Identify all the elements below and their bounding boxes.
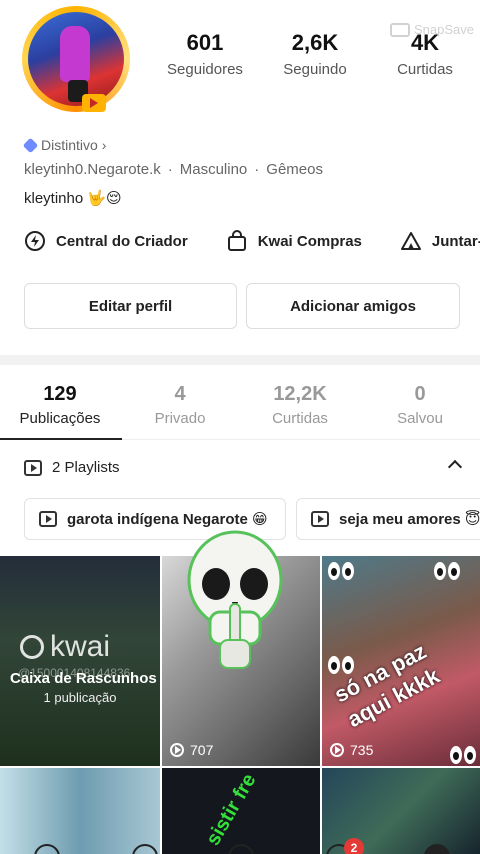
eyes-emoji-icon [450,746,476,764]
tab-label: Salvou [397,410,443,427]
avatar-image [28,12,124,106]
view-count-value: 707 [190,742,214,758]
kwai-shopping-button[interactable]: Kwai Compras [226,230,362,252]
playlist-icon [24,459,42,476]
tab-count: 4 [174,383,186,405]
gender: Masculino [179,161,248,178]
badge-label: Distintivo [41,137,98,153]
creator-center-button[interactable]: Central do Criador [24,230,188,252]
join-button[interactable]: Juntar-s [400,230,480,252]
kwai-logo-icon [20,635,44,659]
playlist-icon [311,511,329,527]
kwai-watermark: kwai [20,630,110,664]
add-friends-button[interactable]: Adicionar amigos [246,283,460,329]
edit-profile-button[interactable]: Editar perfil [24,283,237,329]
stat-value: 2,6K [291,30,339,55]
profile-info-line: kleytinh0.Negarote.k · Masculino · Gêmeos [24,161,323,178]
playlists-header[interactable]: 2 Playlists [24,459,464,476]
video-tile[interactable]: só na paz aqui kkkk 735 [322,556,480,766]
live-badge-icon [82,94,106,112]
eyes-emoji-icon [328,562,354,580]
tab-label: Privado [154,410,206,427]
tab-label: Curtidas [272,410,328,427]
playlists-title: 2 Playlists [52,459,120,476]
eyes-emoji-icon [434,562,460,580]
video-tile[interactable] [0,768,160,854]
tab-count: 129 [43,383,77,405]
video-caption: só na paz aqui kkkk [330,638,444,733]
chevron-up-icon[interactable] [447,459,463,475]
chevron-right-icon: › [101,137,107,153]
quick-actions: Central do Criador Kwai Compras Juntar-s [24,230,480,252]
tent-icon [400,230,422,252]
profile-avatar[interactable] [22,6,130,112]
kwai-brand: kwai [50,630,111,663]
stat-value: 601 [186,30,224,55]
stat-value: 4K [410,30,440,55]
draft-title: Caixa de Rascunhos [10,670,157,687]
quick-action-label: Kwai Compras [257,232,362,250]
video-caption: sistir fre [202,770,261,850]
quick-action-label: Central do Criador [56,232,188,250]
play-icon [330,743,344,757]
stat-likes[interactable]: 4K Curtidas [370,28,480,78]
tab-count: 12,2K [273,383,327,405]
draft-count: 1 publicação [43,690,117,705]
tab-saved[interactable]: 0 Salvou [360,372,480,439]
profile-tabs: 129 Publicações 4 Privado 12,2K Curtidas… [0,372,480,440]
zodiac-sign: Gêmeos [266,161,323,178]
notification-badge: 2 [344,838,364,854]
separator-dot: · [167,161,173,178]
skull-shush-emoji-icon [187,530,283,669]
play-icon [170,743,184,757]
view-count: 707 [170,742,213,758]
avatar-figure [60,26,90,82]
profile-bio: kleytinho 🤟😌 [24,190,122,207]
view-count: 735 [330,742,373,758]
stat-label: Seguindo [283,61,347,78]
badge-hex-icon [22,137,39,153]
badge-link[interactable]: Distintivo › [22,137,107,153]
separator-dot: · [254,161,260,178]
view-count-value: 735 [350,742,374,758]
tab-count: 0 [414,383,426,405]
playlist-chip[interactable]: seja meu amores 😇 [296,498,480,540]
drafts-tile[interactable]: kwai @150001408144836 Caixa de Rascunhos… [0,556,160,766]
tab-likes[interactable]: 12,2K Curtidas [240,372,360,439]
section-divider [0,355,480,365]
eyes-emoji-icon [328,656,354,674]
stat-following[interactable]: 2,6K Seguindo [260,28,370,78]
username: kleytinh0.Negarote.k [24,161,161,178]
shopping-bag-icon [226,230,248,252]
tab-private[interactable]: 4 Privado [120,372,240,439]
tab-publications[interactable]: 129 Publicações [0,372,122,440]
stat-followers[interactable]: 601 Seguidores [150,28,260,78]
video-tile[interactable]: sistir fre [162,768,320,854]
profile-stats: 601 Seguidores 2,6K Seguindo 4K Curtidas [150,28,480,78]
quick-action-label: Juntar-s [431,232,480,250]
playlist-chip-label: seja meu amores 😇 [339,511,480,528]
playlist-icon [39,511,57,527]
stat-label: Seguidores [167,61,243,78]
creator-center-icon [24,230,46,252]
stat-label: Curtidas [397,61,453,78]
tab-label: Publicações [19,410,101,427]
